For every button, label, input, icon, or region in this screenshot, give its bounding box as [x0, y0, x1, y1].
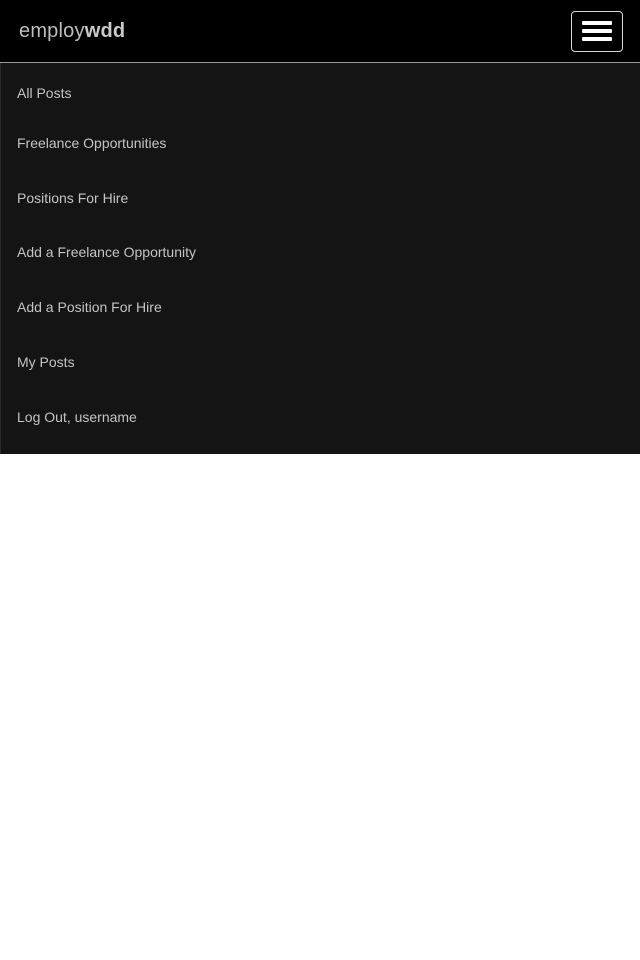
- nav-item-add-position-for-hire[interactable]: Add a Position For Hire: [17, 298, 162, 316]
- brand-logo[interactable]: employwdd: [19, 19, 125, 43]
- brand-text-light: employ: [19, 20, 85, 42]
- hamburger-menu-icon-bar: [582, 37, 612, 41]
- nav-item-freelance-opportunities[interactable]: Freelance Opportunities: [17, 134, 166, 152]
- nav-item-my-posts[interactable]: My Posts: [17, 353, 75, 371]
- brand-text-bold: wdd: [84, 20, 126, 42]
- hamburger-menu-icon-bar: [582, 29, 612, 33]
- menu-toggle-button[interactable]: [571, 11, 623, 52]
- nav-item-all-posts[interactable]: All Posts: [17, 84, 71, 102]
- top-navbar: employwdd: [0, 0, 640, 63]
- nav-item-positions-for-hire[interactable]: Positions For Hire: [17, 189, 128, 207]
- hamburger-menu-icon: [582, 21, 612, 25]
- nav-item-log-out[interactable]: Log Out, username: [17, 408, 137, 426]
- nav-item-add-freelance-opportunity[interactable]: Add a Freelance Opportunity: [17, 243, 196, 261]
- nav-dropdown-menu: All Posts Freelance Opportunities Positi…: [0, 63, 640, 454]
